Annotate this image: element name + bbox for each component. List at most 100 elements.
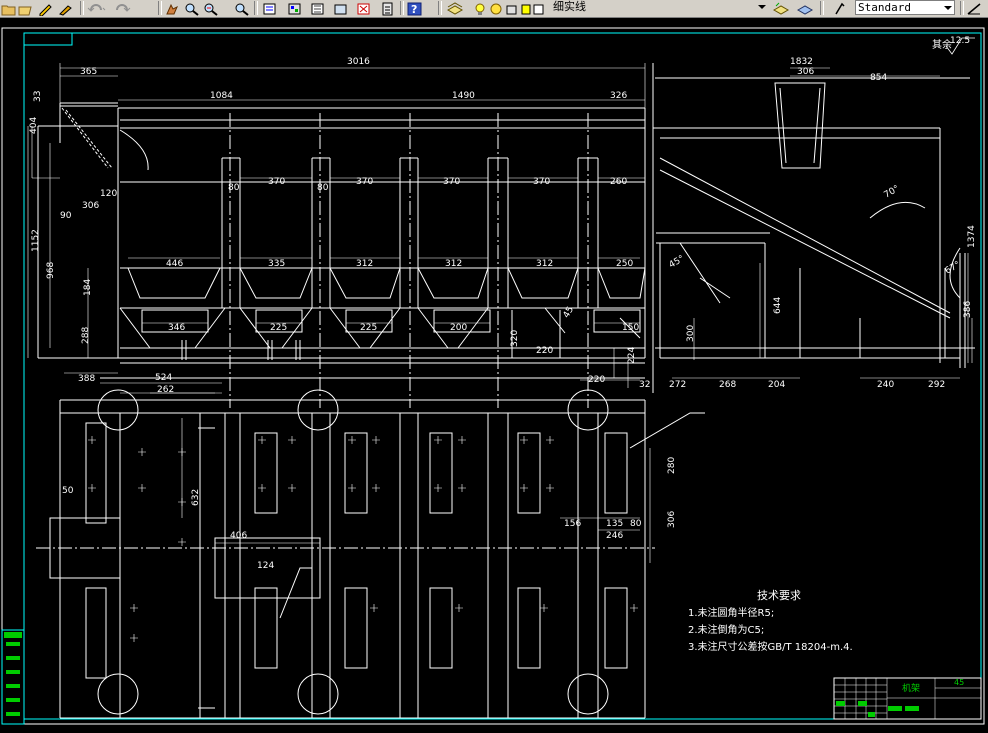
dim-184: 184 [83, 279, 93, 296]
tool-palette-icon[interactable] [310, 1, 326, 15]
notes-line-3: 3.未注尺寸公差按GB/T 18204-m.4. [688, 640, 853, 653]
toolbar-separator [438, 1, 442, 15]
dim-250: 250 [616, 259, 633, 269]
text-style-dropdown[interactable]: Standard [855, 0, 955, 15]
dim-446: 446 [166, 259, 183, 269]
layer-lock-icon[interactable] [505, 1, 519, 15]
layer-color-icon[interactable] [520, 1, 532, 15]
dim-292: 292 [928, 380, 945, 390]
dim-80b: 80 [317, 183, 329, 193]
toolbar-separator [254, 1, 258, 15]
dim-268: 268 [719, 380, 736, 390]
notes-line-1: 1.未注圆角半径R5; [688, 606, 774, 619]
text-style-name: Standard [858, 1, 911, 14]
toolbar-separator [80, 1, 84, 15]
dim-150: 150 [622, 323, 639, 333]
dimension-style-icon[interactable] [966, 1, 984, 15]
layer-freeze-icon[interactable] [490, 1, 502, 15]
dim-80a: 80 [228, 183, 240, 193]
dim-370c: 370 [443, 177, 460, 187]
zoom-window-icon[interactable] [203, 1, 219, 16]
titleblock-name: 机架 [902, 682, 920, 694]
cad-toolbar: ? 细实线 Standard [0, 0, 988, 18]
dim-220: 220 [536, 346, 553, 356]
dim-1832: 1832 [790, 57, 813, 67]
toolbar-separator [820, 1, 824, 15]
dim-280: 280 [667, 457, 677, 474]
properties-icon[interactable] [262, 1, 278, 15]
dim-326: 326 [610, 91, 627, 101]
brush-icon[interactable] [58, 1, 74, 16]
chevron-down-icon[interactable] [944, 6, 952, 10]
layer-on-icon[interactable] [474, 1, 486, 15]
dim-260: 260 [610, 177, 627, 187]
dim-225b: 225 [360, 323, 377, 333]
dim-204: 204 [768, 380, 785, 390]
dim-312a: 312 [356, 259, 373, 269]
dim-288b: 388 [78, 374, 95, 384]
dim-32: 32 [639, 380, 650, 390]
dim-406: 406 [230, 531, 247, 541]
calculator-icon[interactable] [380, 1, 396, 16]
dim-1374: 1374 [967, 225, 977, 248]
dim-370d: 370 [533, 177, 550, 187]
drawing-canvas[interactable]: 3016 365 1084 1490 326 404 33 120 306 90… [0, 18, 988, 733]
dim-156: 156 [564, 519, 581, 529]
notes-line-2: 2.未注倒角为C5; [688, 623, 764, 636]
help-icon[interactable]: ? [407, 1, 423, 16]
dim-224: 224 [627, 347, 637, 364]
dim-272: 272 [669, 380, 686, 390]
dim-306: 306 [797, 67, 814, 77]
dim-312c: 312 [536, 259, 553, 269]
layer-dropdown[interactable]: 细实线 [540, 0, 768, 15]
dim-370b: 370 [356, 177, 373, 187]
dim-246: 246 [606, 531, 623, 541]
layers-icon[interactable] [446, 1, 464, 15]
chevron-down-icon[interactable] [758, 5, 766, 9]
text-style-icon[interactable] [833, 1, 847, 15]
dim-306b: 306 [82, 201, 99, 211]
dim-644: 644 [773, 297, 783, 314]
design-center-icon[interactable] [287, 1, 303, 15]
markup-icon[interactable] [356, 1, 372, 15]
layer-previous-icon[interactable] [796, 1, 814, 15]
dim-320: 320 [510, 330, 520, 347]
dim-370a: 370 [268, 177, 285, 187]
dim-1490: 1490 [452, 91, 475, 101]
dim-1152: 1152 [31, 229, 41, 252]
dim-120: 120 [100, 189, 117, 199]
sheet-set-icon[interactable] [333, 1, 349, 15]
dim-524: 524 [155, 373, 172, 383]
pan-icon[interactable] [164, 1, 180, 15]
toolbar-separator [158, 1, 162, 15]
dim-386: 386 [963, 301, 973, 318]
dim-240: 240 [877, 380, 894, 390]
dim-346: 346 [168, 323, 185, 333]
dim-1084: 1084 [210, 91, 233, 101]
folder-icon[interactable] [18, 1, 34, 16]
pencil-icon[interactable] [38, 1, 54, 17]
zoom-previous-icon[interactable] [234, 1, 250, 16]
notes-title: 技术要求 [757, 589, 801, 602]
open-icon[interactable] [1, 1, 17, 16]
surface-rest-label: 其余 [932, 38, 952, 51]
dim-306-bottom: 306 [667, 511, 677, 528]
dim-220b: 220 [588, 375, 605, 385]
zoom-realtime-icon[interactable] [184, 1, 200, 16]
dim-50: 50 [62, 486, 74, 496]
dim-262: 262 [157, 385, 174, 395]
titleblock-code: 45 [954, 678, 964, 687]
undo-icon[interactable] [86, 1, 108, 15]
dim-33: 33 [33, 91, 43, 102]
dim-200: 200 [450, 323, 467, 333]
dim-300: 300 [686, 325, 696, 342]
dim-80-bottom: 80 [630, 519, 642, 529]
layer-name: 细实线 [553, 0, 586, 13]
dim-404: 404 [29, 117, 39, 134]
make-current-icon[interactable] [772, 1, 790, 15]
redo-icon[interactable] [112, 1, 134, 15]
dim-854: 854 [870, 73, 887, 83]
dim-overall: 3016 [347, 57, 370, 67]
dim-90: 90 [60, 211, 72, 221]
dim-124: 124 [257, 561, 274, 571]
